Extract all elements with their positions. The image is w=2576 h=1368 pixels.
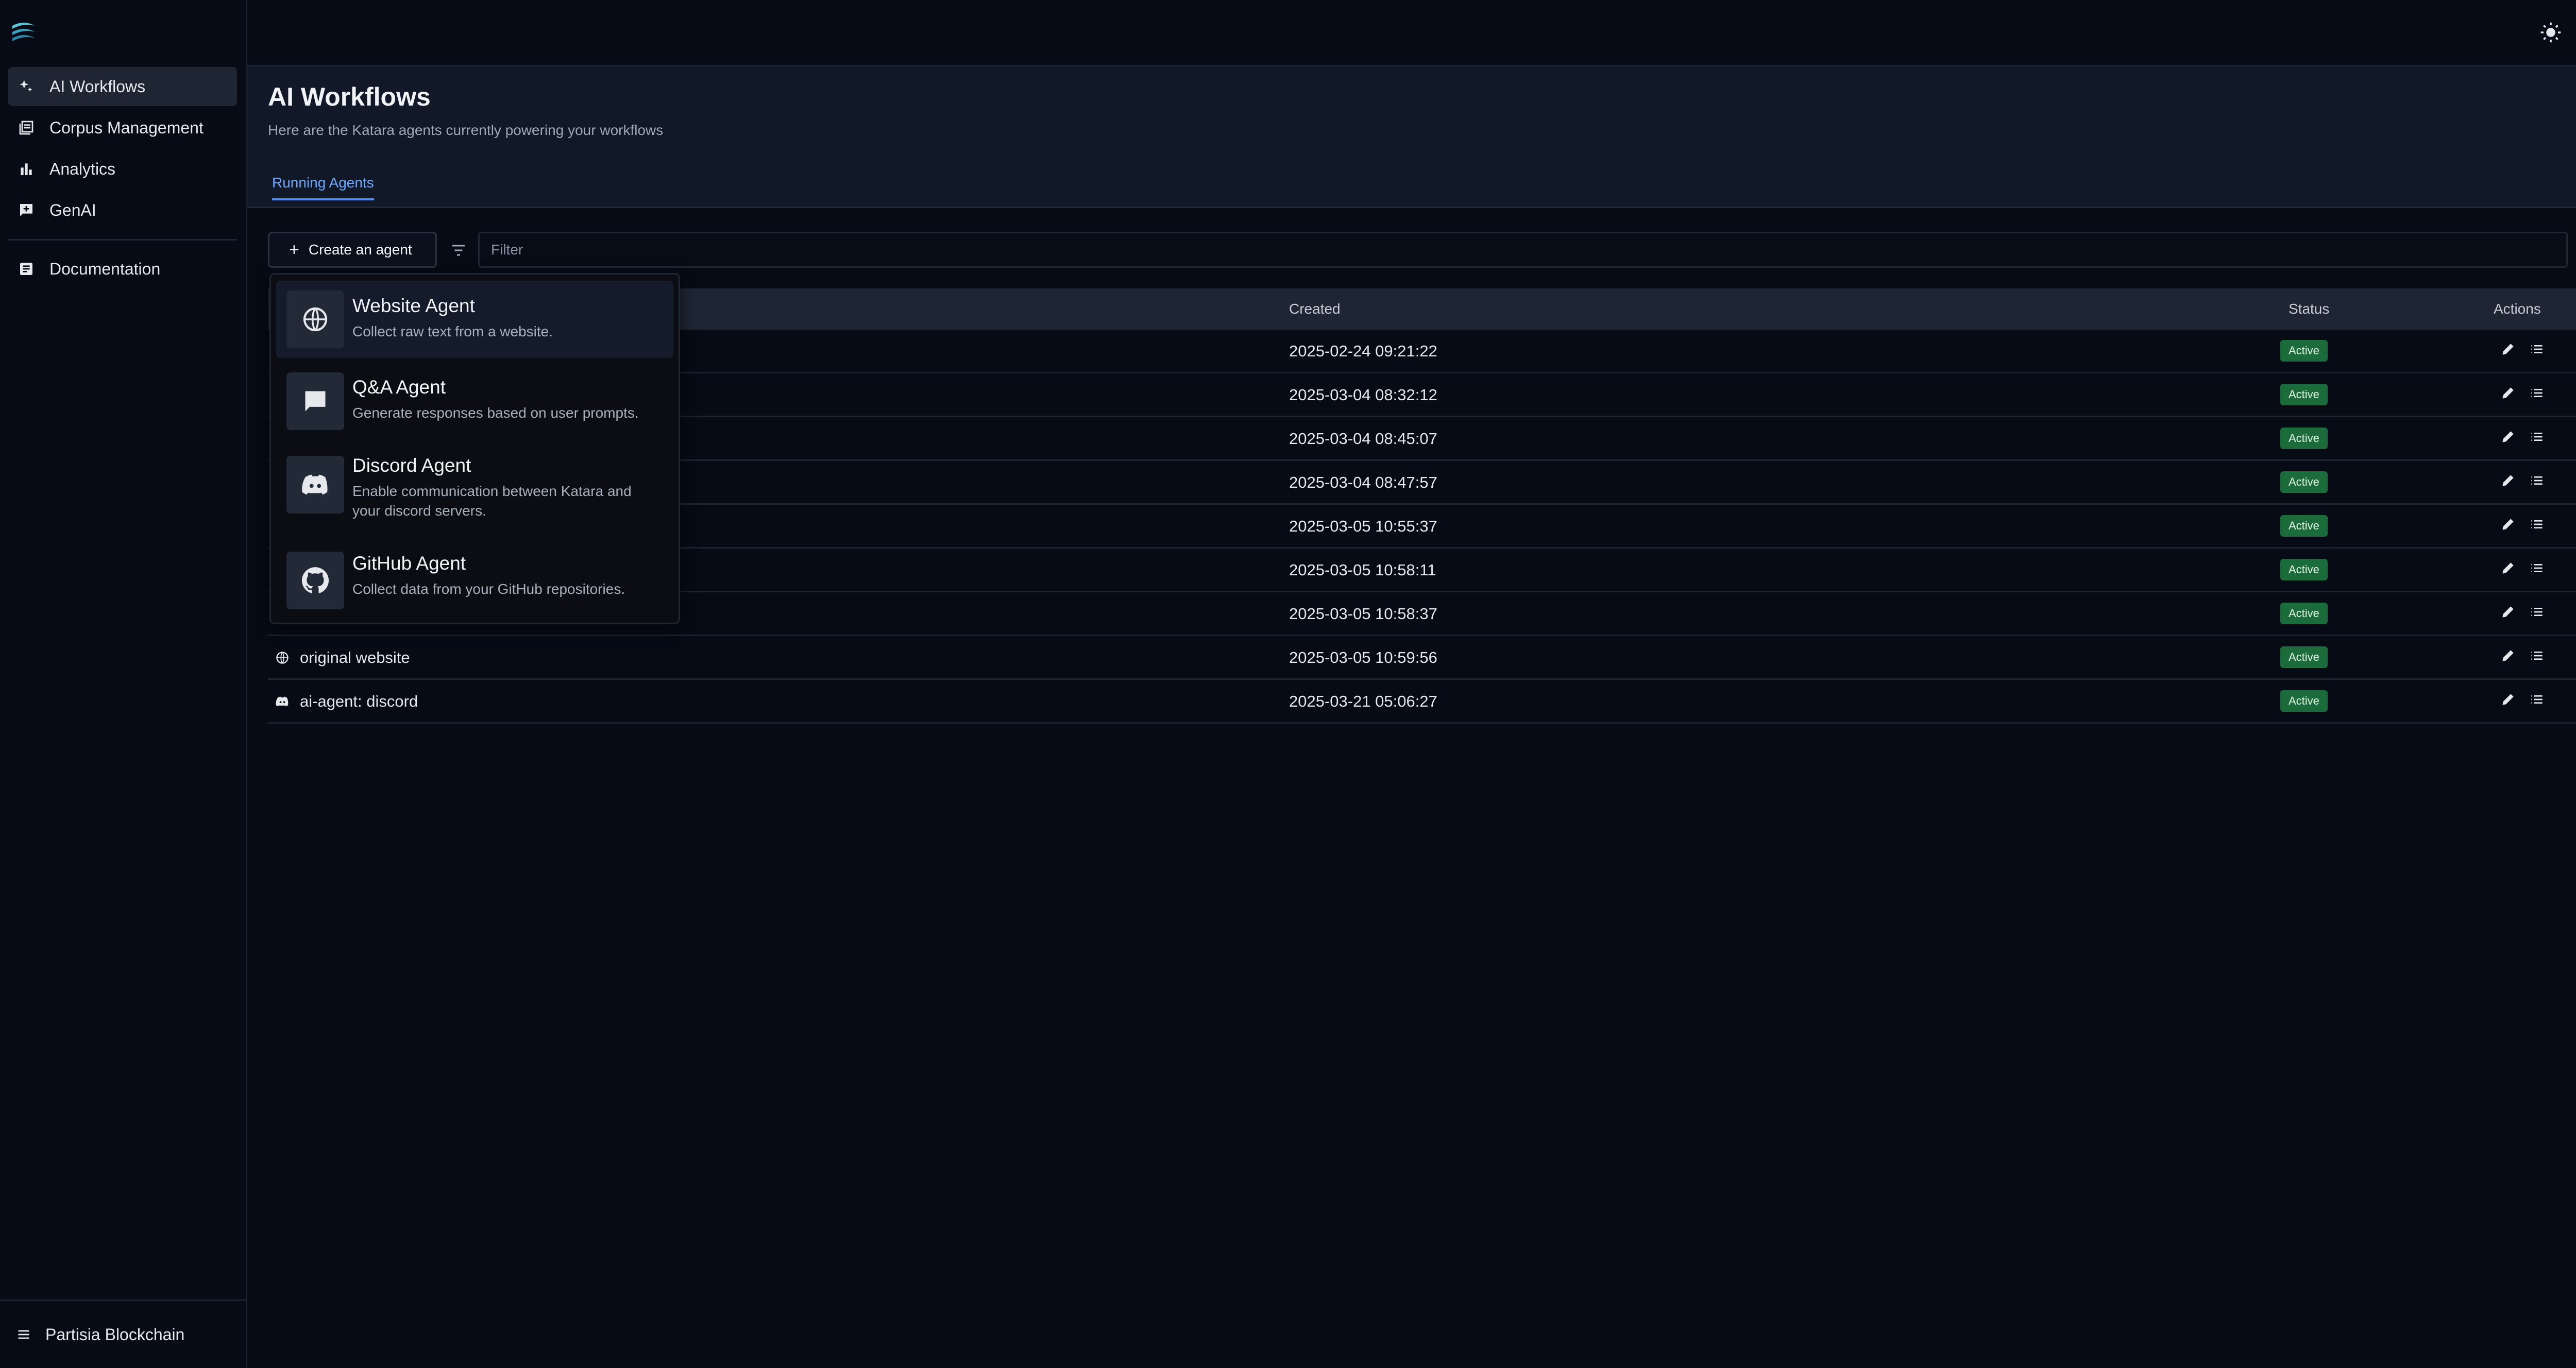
edit-icon[interactable] bbox=[2500, 429, 2516, 445]
edit-icon[interactable] bbox=[2500, 691, 2516, 708]
page-subtitle: Here are the Katara agents currently pow… bbox=[268, 122, 664, 138]
discord-icon bbox=[286, 456, 344, 514]
table-row[interactable]: ai-agent: discord 2025-03-21 05:06:27 Ac… bbox=[268, 680, 2576, 724]
plus-icon: + bbox=[289, 240, 299, 260]
status-badge: Active bbox=[2280, 646, 2328, 668]
edit-icon[interactable] bbox=[2500, 560, 2516, 576]
globe-icon bbox=[275, 650, 291, 665]
created-cell: 2025-03-04 08:45:07 bbox=[1289, 430, 1437, 448]
bar-chart-icon bbox=[18, 160, 35, 178]
agent-name: original website bbox=[300, 648, 410, 666]
menu-item-qa-agent[interactable]: Q&A Agent Generate responses based on us… bbox=[276, 364, 673, 441]
menu-item-discord-agent[interactable]: Discord Agent Enable communication betwe… bbox=[276, 448, 673, 540]
status-badge: Active bbox=[2280, 471, 2328, 493]
list-icon[interactable] bbox=[2529, 516, 2545, 533]
page-title: AI Workflows bbox=[268, 82, 431, 111]
create-agent-button[interactable]: + Create an agent bbox=[268, 232, 437, 268]
github-icon bbox=[286, 552, 344, 609]
column-header-actions: Actions bbox=[2494, 301, 2541, 317]
created-cell: 2025-03-04 08:47:57 bbox=[1289, 473, 1437, 491]
agent-name-cell: original website bbox=[275, 648, 410, 667]
created-cell: 2025-02-24 09:21:22 bbox=[1289, 342, 1437, 360]
edit-icon[interactable] bbox=[2500, 647, 2516, 664]
sidebar-item-label: GenAI bbox=[49, 200, 96, 219]
column-header-created[interactable]: Created bbox=[1289, 301, 1341, 317]
status-badge: Active bbox=[2280, 515, 2328, 537]
menu-item-desc: Enable communication between Katara and … bbox=[352, 483, 632, 519]
create-agent-menu: Website Agent Collect raw text from a we… bbox=[269, 273, 680, 624]
created-cell: 2025-03-05 10:58:37 bbox=[1289, 605, 1437, 623]
status-badge: Active bbox=[2280, 690, 2328, 712]
edit-icon[interactable] bbox=[2500, 341, 2516, 357]
list-icon[interactable] bbox=[2529, 647, 2545, 664]
page-header: AI Workflows Here are the Katara agents … bbox=[247, 66, 2576, 208]
created-cell: 2025-03-05 10:55:37 bbox=[1289, 517, 1437, 535]
sidebar-item-analytics[interactable]: Analytics bbox=[8, 149, 237, 189]
list-icon[interactable] bbox=[2529, 604, 2545, 620]
edit-icon[interactable] bbox=[2500, 472, 2516, 489]
sidebar-item-label: Corpus Management bbox=[49, 118, 204, 137]
list-icon[interactable] bbox=[2529, 472, 2545, 489]
create-agent-label: Create an agent bbox=[308, 242, 412, 258]
document-icon bbox=[18, 260, 35, 278]
menu-item-website-agent[interactable]: Website Agent Collect raw text from a we… bbox=[276, 281, 673, 358]
status-badge: Active bbox=[2280, 427, 2328, 449]
menu-item-github-agent[interactable]: GitHub Agent Collect data from your GitH… bbox=[276, 544, 673, 617]
created-cell: 2025-03-21 05:06:27 bbox=[1289, 692, 1437, 710]
status-badge: Active bbox=[2280, 340, 2328, 362]
filter-icon[interactable] bbox=[449, 241, 468, 260]
menu-icon bbox=[16, 1327, 32, 1342]
list-icon[interactable] bbox=[2529, 691, 2545, 708]
sidebar-item-documentation[interactable]: Documentation bbox=[8, 249, 237, 288]
katara-logo-icon[interactable] bbox=[8, 16, 39, 47]
sidebar-item-corpus-management[interactable]: Corpus Management bbox=[8, 108, 237, 147]
menu-item-title: Q&A Agent bbox=[352, 377, 446, 398]
column-header-status[interactable]: Status bbox=[2289, 301, 2329, 317]
sparkle-icon bbox=[18, 78, 35, 95]
topbar: SE bbox=[247, 0, 2576, 66]
menu-item-desc: Collect data from your GitHub repositori… bbox=[352, 581, 625, 597]
list-icon[interactable] bbox=[2529, 385, 2545, 401]
sidebar-divider bbox=[8, 239, 237, 241]
filter-input[interactable] bbox=[478, 232, 2568, 268]
created-cell: 2025-03-04 08:32:12 bbox=[1289, 386, 1437, 404]
sidebar-item-label: AI Workflows bbox=[49, 77, 146, 96]
chat-plus-icon bbox=[18, 201, 35, 219]
menu-item-desc: Generate responses based on user prompts… bbox=[352, 405, 639, 421]
created-cell: 2025-03-05 10:58:11 bbox=[1289, 561, 1436, 579]
library-icon bbox=[18, 119, 35, 136]
table-row[interactable]: original website 2025-03-05 10:59:56 Act… bbox=[268, 636, 2576, 680]
sidebar-item-genai[interactable]: GenAI bbox=[8, 191, 237, 230]
edit-icon[interactable] bbox=[2500, 604, 2516, 620]
menu-item-desc: Collect raw text from a website. bbox=[352, 323, 553, 339]
created-cell: 2025-03-05 10:59:56 bbox=[1289, 648, 1437, 666]
list-icon[interactable] bbox=[2529, 560, 2545, 576]
org-name: Partisia Blockchain bbox=[45, 1325, 185, 1344]
discord-icon bbox=[275, 694, 291, 709]
menu-item-title: Website Agent bbox=[352, 295, 475, 316]
sidebar-item-ai-workflows[interactable]: AI Workflows bbox=[8, 67, 237, 106]
edit-icon[interactable] bbox=[2500, 385, 2516, 401]
sidebar: AI Workflows Corpus Management Analytics… bbox=[0, 0, 247, 1368]
edit-icon[interactable] bbox=[2500, 516, 2516, 533]
toolbar: + Create an agent ✕ bbox=[268, 232, 2576, 269]
list-icon[interactable] bbox=[2529, 429, 2545, 445]
org-switcher[interactable]: Partisia Blockchain bbox=[0, 1299, 246, 1368]
menu-item-title: Discord Agent bbox=[352, 455, 471, 476]
status-badge: Active bbox=[2280, 559, 2328, 580]
globe-icon bbox=[286, 290, 344, 348]
status-badge: Active bbox=[2280, 603, 2328, 624]
chat-bubble-icon bbox=[286, 372, 344, 430]
list-icon[interactable] bbox=[2529, 341, 2545, 357]
menu-item-title: GitHub Agent bbox=[352, 553, 466, 574]
sidebar-item-label: Documentation bbox=[49, 259, 161, 278]
sidebar-item-label: Analytics bbox=[49, 159, 116, 178]
status-badge: Active bbox=[2280, 384, 2328, 405]
agent-name-cell: ai-agent: discord bbox=[275, 692, 418, 711]
agent-name: ai-agent: discord bbox=[300, 692, 418, 710]
sun-icon[interactable] bbox=[2540, 22, 2562, 43]
tab-running-agents[interactable]: Running Agents bbox=[272, 175, 374, 200]
